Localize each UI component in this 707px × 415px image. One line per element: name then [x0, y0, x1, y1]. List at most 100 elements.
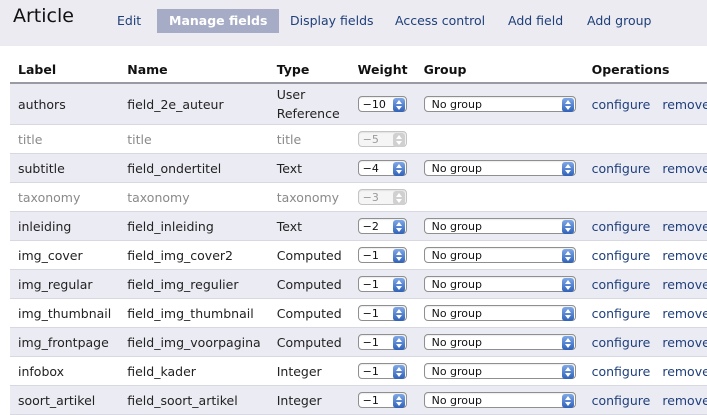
- group-select[interactable]: No group: [423, 218, 576, 234]
- configure-link[interactable]: configure: [592, 364, 651, 379]
- table-row: inleiding field_inleiding Text −2 No gro…: [10, 211, 707, 241]
- field-name: field_img_regulier: [119, 269, 269, 299]
- table-row: title title title −5: [10, 124, 707, 154]
- field-label: soort_artikel: [10, 385, 120, 415]
- weight-select[interactable]: −1: [357, 363, 407, 379]
- field-label: img_frontpage: [10, 327, 120, 357]
- configure-link[interactable]: configure: [592, 393, 651, 408]
- remove-link[interactable]: remove: [662, 335, 707, 350]
- weight-select: −3: [357, 189, 407, 205]
- table-row: subtitle field_ondertitel Text −4 No gro…: [10, 153, 707, 183]
- weight-select[interactable]: −2: [357, 218, 407, 234]
- column-header-label[interactable]: Label: [10, 58, 120, 84]
- tab-add-field[interactable]: Add field: [508, 9, 563, 33]
- select-arrows-icon: [561, 278, 574, 292]
- group-select[interactable]: No group: [423, 96, 576, 112]
- select-arrows-icon: [392, 191, 405, 205]
- select-arrows-icon: [561, 365, 574, 379]
- tab-display-fields[interactable]: Display fields: [290, 9, 374, 33]
- group-select[interactable]: No group: [423, 247, 576, 263]
- select-arrows-icon: [561, 220, 574, 234]
- select-arrows-icon: [392, 278, 405, 292]
- group-select[interactable]: No group: [423, 305, 576, 321]
- column-header-weight[interactable]: Weight: [349, 58, 416, 84]
- group-select[interactable]: No group: [423, 334, 576, 350]
- column-header-type[interactable]: Type: [268, 58, 350, 84]
- tab-manage-fields[interactable]: Manage fields: [157, 9, 280, 33]
- remove-link[interactable]: remove: [662, 393, 707, 408]
- weight-select[interactable]: −4: [357, 160, 407, 176]
- field-name: taxonomy: [119, 182, 269, 212]
- field-type: title: [268, 124, 350, 154]
- field-name: field_img_thumbnail: [119, 298, 269, 328]
- field-type: Text: [268, 211, 350, 241]
- column-header-name[interactable]: Name: [119, 58, 269, 84]
- tab-access-control[interactable]: Access control: [395, 9, 485, 33]
- field-type: Text: [268, 153, 350, 183]
- tab-edit[interactable]: Edit: [117, 9, 141, 33]
- field-type: User Reference: [268, 83, 350, 125]
- field-label: authors: [10, 83, 120, 125]
- field-label: subtitle: [10, 153, 120, 183]
- remove-link[interactable]: remove: [662, 248, 707, 263]
- weight-select[interactable]: −10: [357, 96, 407, 112]
- remove-link[interactable]: remove: [662, 364, 707, 379]
- select-arrows-icon: [561, 98, 574, 112]
- field-label: inleiding: [10, 211, 120, 241]
- field-label: infobox: [10, 356, 120, 386]
- field-label: title: [10, 124, 120, 154]
- group-select[interactable]: No group: [423, 363, 576, 379]
- header-bar: Article Edit Manage fields Display field…: [0, 0, 707, 46]
- field-label: img_regular: [10, 269, 120, 299]
- page-title: Article: [13, 5, 74, 27]
- table-row: infobox field_kader Integer −1 No group …: [10, 356, 707, 386]
- group-select[interactable]: No group: [423, 276, 576, 292]
- field-label: img_thumbnail: [10, 298, 120, 328]
- configure-link[interactable]: configure: [592, 161, 651, 176]
- field-name: field_img_cover2: [119, 240, 269, 270]
- remove-link[interactable]: remove: [662, 277, 707, 292]
- configure-link[interactable]: configure: [592, 97, 651, 112]
- field-name: field_kader: [119, 356, 269, 386]
- field-name: field_inleiding: [119, 211, 269, 241]
- field-type: taxonomy: [268, 182, 350, 212]
- field-label: img_cover: [10, 240, 120, 270]
- remove-link[interactable]: remove: [662, 306, 707, 321]
- table-row: img_frontpage field_img_voorpagina Compu…: [10, 327, 707, 357]
- configure-link[interactable]: configure: [592, 219, 651, 234]
- configure-link[interactable]: configure: [592, 248, 651, 263]
- field-label: taxonomy: [10, 182, 120, 212]
- column-header-group[interactable]: Group: [415, 58, 584, 84]
- table-row: img_regular field_img_regulier Computed …: [10, 269, 707, 299]
- configure-link[interactable]: configure: [592, 306, 651, 321]
- remove-link[interactable]: remove: [662, 161, 707, 176]
- weight-select[interactable]: −1: [357, 305, 407, 321]
- configure-link[interactable]: configure: [592, 277, 651, 292]
- select-arrows-icon: [561, 336, 574, 350]
- remove-link[interactable]: remove: [662, 97, 707, 112]
- select-arrows-icon: [392, 220, 405, 234]
- select-arrows-icon: [561, 249, 574, 263]
- select-arrows-icon: [392, 307, 405, 321]
- remove-link[interactable]: remove: [662, 219, 707, 234]
- configure-link[interactable]: configure: [592, 335, 651, 350]
- select-arrows-icon: [392, 249, 405, 263]
- group-select[interactable]: No group: [423, 160, 576, 176]
- field-name: field_soort_artikel: [119, 385, 269, 415]
- weight-select[interactable]: −1: [357, 247, 407, 263]
- table-row: img_thumbnail field_img_thumbnail Comput…: [10, 298, 707, 328]
- field-type: Computed: [268, 327, 350, 357]
- weight-select[interactable]: −1: [357, 334, 407, 350]
- weight-select[interactable]: −1: [357, 276, 407, 292]
- field-name: field_img_voorpagina: [119, 327, 269, 357]
- field-type: Computed: [268, 298, 350, 328]
- select-arrows-icon: [561, 307, 574, 321]
- weight-select: −5: [357, 131, 407, 147]
- tab-add-group[interactable]: Add group: [587, 9, 651, 33]
- field-name: field_ondertitel: [119, 153, 269, 183]
- select-arrows-icon: [392, 133, 405, 147]
- table-header-row: Label Name Type Weight Group Operations: [10, 58, 707, 84]
- select-arrows-icon: [392, 98, 405, 112]
- field-type: Computed: [268, 269, 350, 299]
- table-row: taxonomy taxonomy taxonomy −3: [10, 182, 707, 212]
